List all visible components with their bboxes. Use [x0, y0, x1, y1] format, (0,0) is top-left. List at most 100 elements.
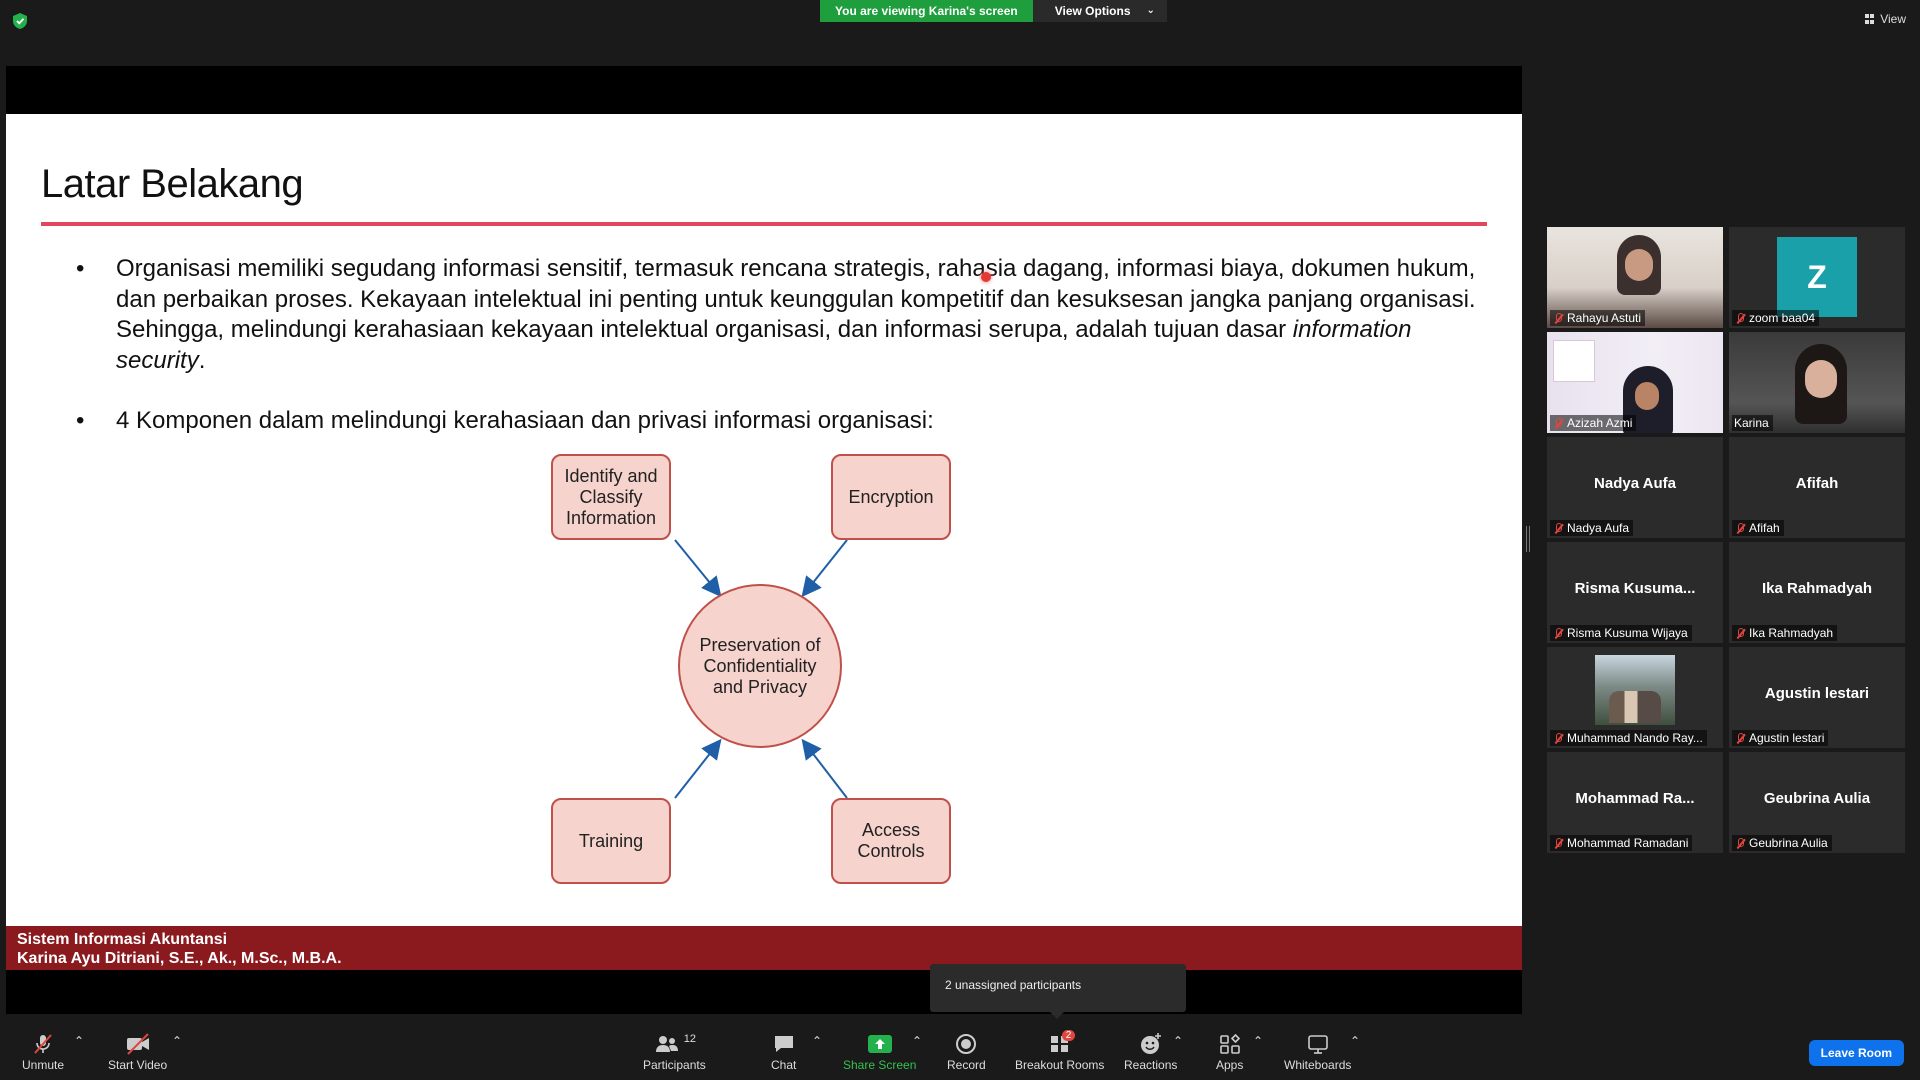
- mic-muted-icon: [1734, 627, 1746, 639]
- mic-muted-icon: [1734, 522, 1746, 534]
- leave-room-button[interactable]: Leave Room: [1808, 1040, 1904, 1066]
- participants-button[interactable]: 12 Participants: [643, 1032, 706, 1072]
- participant-name: Agustin lestari: [1749, 731, 1825, 745]
- apps-button[interactable]: Apps: [1216, 1032, 1243, 1072]
- arrow-bottom-right: [801, 738, 848, 799]
- viewing-screen-label: You are viewing Karina's screen: [820, 0, 1033, 22]
- unmute-button[interactable]: Unmute: [22, 1032, 64, 1072]
- participant-name: zoom baa04: [1749, 311, 1816, 325]
- view-layout-button[interactable]: View: [1865, 12, 1906, 26]
- participant-label: Muhammad Nando Ray...: [1550, 730, 1707, 746]
- participant-display-name: Afifah: [1795, 475, 1839, 492]
- participant-tile[interactable]: Muhammad Nando Ray...: [1547, 647, 1723, 748]
- laser-pointer: [981, 272, 991, 282]
- mic-muted-icon: [1552, 837, 1564, 849]
- participant-tile[interactable]: Afifah Afifah: [1729, 437, 1905, 538]
- arrow-top-left: [674, 539, 722, 598]
- mic-muted-icon: [1734, 837, 1746, 849]
- participant-tile[interactable]: Mohammad Ra... Mohammad Ramadani: [1547, 752, 1723, 853]
- mic-muted-icon: [1552, 732, 1564, 744]
- breakout-rooms-icon: 2: [1048, 1030, 1076, 1056]
- mic-muted-icon: [1734, 312, 1746, 324]
- whiteboards-label: Whiteboards: [1284, 1058, 1352, 1072]
- apps-options-caret[interactable]: ⌃: [1253, 1034, 1263, 1048]
- bullet-1-end: .: [198, 346, 206, 374]
- participant-tile[interactable]: Agustin lestari Agustin lestari: [1729, 647, 1905, 748]
- participant-name: Mohammad Ramadani: [1567, 836, 1689, 850]
- zoom-window: You are viewing Karina's screen View Opt…: [0, 0, 1920, 1080]
- mic-off-icon: [31, 1032, 55, 1056]
- view-label: View: [1880, 12, 1906, 26]
- participants-icon: 12: [653, 1032, 696, 1056]
- diagram-box-access-controls: Access Controls: [831, 798, 951, 884]
- shared-screen: Latar Belakang • Organisasi memiliki seg…: [6, 66, 1522, 1014]
- participant-label: Agustin lestari: [1732, 730, 1829, 746]
- participant-tile[interactable]: Z zoom baa04: [1729, 227, 1905, 328]
- apps-label: Apps: [1216, 1058, 1244, 1072]
- avatar: Z: [1777, 237, 1857, 317]
- share-screen-button[interactable]: Share Screen: [843, 1032, 916, 1072]
- video-options-caret[interactable]: ⌃: [172, 1034, 182, 1048]
- unassigned-participants-tooltip[interactable]: 2 unassigned participants: [930, 964, 1186, 1019]
- participant-display-name: Nadya Aufa: [1594, 475, 1676, 492]
- person-face: [1625, 249, 1653, 281]
- participant-label: Azizah Azmi: [1550, 415, 1637, 431]
- photo-people: [1609, 691, 1661, 723]
- unmute-label: Unmute: [22, 1058, 65, 1072]
- participant-label: Rahayu Astuti: [1550, 310, 1646, 326]
- share-options-caret[interactable]: ⌃: [912, 1034, 922, 1048]
- participant-name: Risma Kusuma Wijaya: [1567, 626, 1688, 640]
- record-label: Record: [947, 1058, 986, 1072]
- participant-label: Geubrina Aulia: [1732, 835, 1832, 851]
- participant-display-name: Risma Kusuma...: [1574, 580, 1696, 597]
- view-options-button[interactable]: View Options ⌄: [1032, 0, 1167, 22]
- components-diagram: Identify and Classify Information Encryp…: [551, 454, 971, 884]
- participant-tile-active-speaker[interactable]: Karina: [1729, 332, 1905, 433]
- participant-tile[interactable]: Risma Kusuma... Risma Kusuma Wijaya: [1547, 542, 1723, 643]
- viewing-banner: You are viewing Karina's screen View Opt…: [820, 0, 1167, 22]
- chat-button[interactable]: Chat: [771, 1032, 796, 1072]
- reactions-button[interactable]: Reactions: [1124, 1032, 1177, 1072]
- breakout-badge: 2: [1061, 1030, 1076, 1041]
- apps-icon: [1218, 1032, 1242, 1056]
- start-video-label: Start Video: [108, 1058, 168, 1072]
- participant-label: Ika Rahmadyah: [1732, 625, 1838, 641]
- diagram-center-circle: Preservation of Confidentiality and Priv…: [678, 584, 842, 748]
- panel-resize-handle[interactable]: [1526, 526, 1530, 552]
- participant-name: Afifah: [1749, 521, 1780, 535]
- reactions-options-caret[interactable]: ⌃: [1173, 1034, 1183, 1048]
- participant-name: Nadya Aufa: [1567, 521, 1630, 535]
- footer-author: Karina Ayu Ditriani, S.E., Ak., M.Sc., M…: [17, 950, 342, 967]
- security-shield-icon[interactable]: [12, 12, 28, 30]
- participant-name: Azizah Azmi: [1567, 416, 1633, 430]
- bullet-2-text: 4 Komponen dalam melindungi kerahasiaan …: [116, 407, 934, 434]
- diagram-box-encryption: Encryption: [831, 454, 951, 540]
- whiteboards-options-caret[interactable]: ⌃: [1350, 1034, 1360, 1048]
- breakout-rooms-label: Breakout Rooms: [1015, 1058, 1105, 1072]
- chat-label: Chat: [771, 1058, 797, 1072]
- diagram-box-training: Training: [551, 798, 671, 884]
- participant-label: Risma Kusuma Wijaya: [1550, 625, 1692, 641]
- participants-count: 12: [683, 1033, 696, 1045]
- start-video-button[interactable]: Start Video: [108, 1032, 167, 1072]
- participant-display-name: Agustin lestari: [1764, 685, 1870, 702]
- breakout-rooms-button[interactable]: 2 Breakout Rooms: [1015, 1030, 1105, 1072]
- participant-tile[interactable]: Ika Rahmadyah Ika Rahmadyah: [1729, 542, 1905, 643]
- participant-label: zoom baa04: [1732, 310, 1820, 326]
- chat-options-caret[interactable]: ⌃: [812, 1034, 822, 1048]
- chat-icon: [772, 1032, 796, 1056]
- participant-name: Geubrina Aulia: [1749, 836, 1828, 850]
- participant-tile[interactable]: Nadya Aufa Nadya Aufa: [1547, 437, 1723, 538]
- bullet-1-main: Organisasi memiliki segudang informasi s…: [116, 255, 1476, 343]
- whiteboards-button[interactable]: Whiteboards: [1284, 1032, 1351, 1072]
- slide-bullet-2: • 4 Komponen dalam melindungi kerahasiaa…: [76, 406, 1486, 437]
- participant-tile[interactable]: Geubrina Aulia Geubrina Aulia: [1729, 752, 1905, 853]
- record-button[interactable]: Record: [947, 1032, 986, 1072]
- audio-options-caret[interactable]: ⌃: [74, 1034, 84, 1048]
- participant-name: Ika Rahmadyah: [1749, 626, 1834, 640]
- participant-name: Rahayu Astuti: [1567, 311, 1642, 325]
- participants-label: Participants: [643, 1058, 706, 1072]
- participant-tile[interactable]: Rahayu Astuti: [1547, 227, 1723, 328]
- participant-tile[interactable]: Azizah Azmi: [1547, 332, 1723, 433]
- person-face: [1805, 360, 1837, 398]
